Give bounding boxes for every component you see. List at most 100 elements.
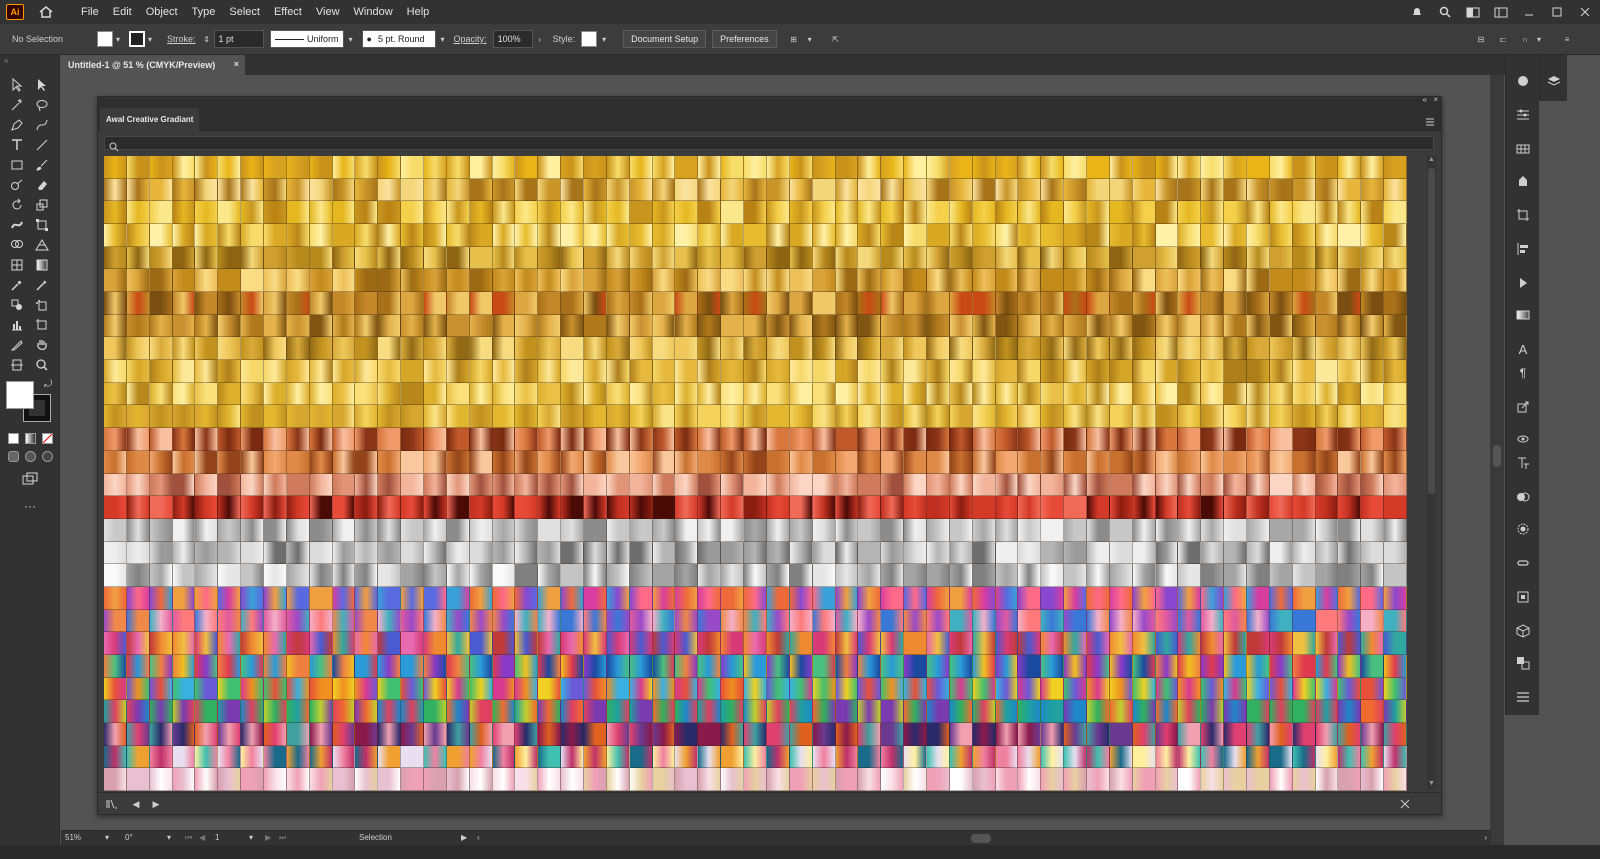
- arrange-dropdown-caret[interactable]: ▾: [805, 35, 815, 44]
- gradient-swatch[interactable]: [721, 450, 745, 474]
- gradient-swatch[interactable]: [1132, 745, 1156, 769]
- gradient-swatch[interactable]: [812, 156, 836, 179]
- gradient-swatch[interactable]: [812, 428, 836, 451]
- gradient-swatch[interactable]: [492, 768, 516, 791]
- gradient-swatch[interactable]: [401, 314, 425, 338]
- gradient-swatch[interactable]: [195, 586, 219, 610]
- gradient-swatch[interactable]: [1338, 269, 1362, 293]
- gradient-swatch[interactable]: [1224, 564, 1247, 587]
- gradient-swatch[interactable]: [126, 496, 150, 519]
- gradient-swatch[interactable]: [401, 745, 425, 769]
- gradient-swatch[interactable]: [1361, 360, 1385, 383]
- gradient-swatch[interactable]: [744, 473, 767, 497]
- gradient-swatch[interactable]: [1018, 405, 1042, 429]
- gradient-swatch[interactable]: [332, 541, 356, 565]
- gradient-swatch[interactable]: [1064, 156, 1087, 179]
- stroke-label[interactable]: Stroke:: [167, 34, 196, 44]
- gradient-swatch[interactable]: [492, 700, 516, 723]
- gradient-swatch[interactable]: [698, 677, 722, 701]
- stroke-panel-icon[interactable]: [1515, 555, 1531, 571]
- gradient-swatch[interactable]: [1338, 722, 1362, 746]
- gradient-swatch[interactable]: [1224, 496, 1247, 519]
- gradient-swatch[interactable]: [126, 337, 150, 361]
- gradient-swatch[interactable]: [1246, 337, 1270, 361]
- gradient-swatch[interactable]: [835, 224, 859, 247]
- gradient-swatch[interactable]: [126, 224, 150, 247]
- gradient-swatch[interactable]: [629, 677, 653, 701]
- gradient-swatch[interactable]: [286, 722, 310, 746]
- gradient-swatch[interactable]: [378, 745, 402, 769]
- align-icon[interactable]: ⊟: [1476, 35, 1486, 44]
- gradient-swatch[interactable]: [515, 564, 539, 587]
- gradient-swatch[interactable]: [424, 722, 447, 746]
- gradient-swatch[interactable]: [149, 314, 173, 338]
- gradient-swatch[interactable]: [698, 700, 722, 723]
- gradient-swatch[interactable]: [378, 496, 402, 519]
- gradient-swatch[interactable]: [995, 496, 1019, 519]
- gradient-swatch[interactable]: [1018, 496, 1042, 519]
- style-dropdown-caret[interactable]: ▾: [599, 35, 609, 44]
- gradient-swatch[interactable]: [1018, 269, 1042, 293]
- gradient-swatch[interactable]: [469, 541, 493, 565]
- gradient-swatch[interactable]: [1109, 156, 1133, 179]
- gradient-swatch[interactable]: [332, 700, 356, 723]
- gradient-swatch[interactable]: [1109, 609, 1133, 633]
- gradient-swatch[interactable]: [1224, 586, 1247, 610]
- gradient-swatch[interactable]: [858, 632, 882, 655]
- gradient-swatch[interactable]: [1338, 337, 1362, 361]
- gradient-swatch[interactable]: [629, 586, 653, 610]
- gradient-swatch[interactable]: [858, 360, 882, 383]
- gradient-swatch[interactable]: [1086, 722, 1110, 746]
- gradient-swatch[interactable]: [789, 337, 813, 361]
- gradient-swatch[interactable]: [401, 246, 425, 270]
- gradient-swatch[interactable]: [1086, 768, 1110, 791]
- gradient-swatch[interactable]: [835, 518, 859, 542]
- gradient-swatch[interactable]: [858, 382, 882, 406]
- none-mode-icon[interactable]: [42, 432, 53, 444]
- gradient-swatch[interactable]: [881, 292, 905, 315]
- gradient-swatch[interactable]: [424, 450, 447, 474]
- gradient-swatch[interactable]: [1269, 654, 1293, 678]
- gradient-swatch[interactable]: [1201, 156, 1225, 179]
- gradient-swatch[interactable]: [1315, 677, 1339, 701]
- gradient-swatch[interactable]: [972, 428, 996, 451]
- gradient-swatch[interactable]: [698, 654, 722, 678]
- gradient-swatch[interactable]: [675, 269, 699, 293]
- gradient-swatch[interactable]: [401, 722, 425, 746]
- gradient-swatch[interactable]: [1315, 382, 1339, 406]
- gradient-swatch[interactable]: [606, 405, 630, 429]
- gradient-swatch[interactable]: [286, 518, 310, 542]
- gradient-swatch[interactable]: [812, 518, 836, 542]
- gradient-swatch[interactable]: [378, 541, 402, 565]
- gradient-swatch[interactable]: [1132, 428, 1156, 451]
- last-artboard-icon[interactable]: ⏭: [279, 833, 286, 843]
- gradient-swatch[interactable]: [195, 269, 219, 293]
- gradient-swatch[interactable]: [835, 292, 859, 315]
- gradient-swatch[interactable]: [1361, 654, 1385, 678]
- gradient-swatch[interactable]: [126, 473, 150, 497]
- gradient-swatch[interactable]: [858, 156, 882, 179]
- gradient-swatch[interactable]: [1224, 450, 1247, 474]
- gradient-swatch[interactable]: [149, 586, 173, 610]
- gradient-swatch[interactable]: [1246, 428, 1270, 451]
- gradient-swatch[interactable]: [1201, 450, 1225, 474]
- gradient-swatch[interactable]: [904, 632, 927, 655]
- gradient-swatch[interactable]: [606, 677, 630, 701]
- gradient-swatch[interactable]: [515, 586, 539, 610]
- gradient-swatch[interactable]: [1178, 473, 1202, 497]
- gradient-swatch[interactable]: [1338, 473, 1362, 497]
- gradient-swatch[interactable]: [286, 654, 310, 678]
- status-menu-arrow-icon[interactable]: ▶: [461, 833, 467, 842]
- gradient-swatch[interactable]: [332, 768, 356, 791]
- gradient-swatch[interactable]: [675, 768, 699, 791]
- gradient-swatch[interactable]: [1315, 314, 1339, 338]
- envelope-dropdown-caret[interactable]: ▾: [1534, 35, 1544, 44]
- gradient-swatch[interactable]: [355, 632, 379, 655]
- gradient-swatch[interactable]: [1132, 405, 1156, 429]
- gradient-swatch[interactable]: [1201, 473, 1225, 497]
- type-tool-icon[interactable]: [8, 136, 26, 154]
- gradient-swatch[interactable]: [1064, 564, 1087, 587]
- gradient-swatch[interactable]: [698, 246, 722, 270]
- gradient-swatch[interactable]: [698, 156, 722, 179]
- gradient-swatch[interactable]: [1155, 428, 1179, 451]
